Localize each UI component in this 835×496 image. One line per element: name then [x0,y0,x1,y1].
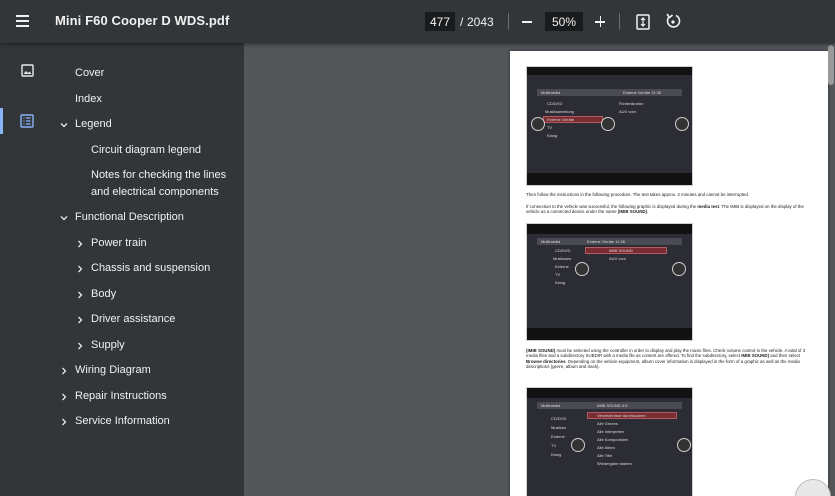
screen-right-item: AUX vorn [609,256,627,261]
outline-item-notes-line1[interactable]: Notes for checking the lines [91,167,226,184]
screen-header-left: Multimedia [541,90,561,95]
screen-header-right: IMIB SOUND 4:5 [597,403,628,408]
screen-menu-item: Externe [551,434,565,439]
controller-knob [575,262,589,276]
page-separator: / [460,15,464,29]
outline-item-wiring-diagram[interactable]: Wiring Diagram [75,362,151,379]
chevron-right-icon[interactable] [59,392,69,402]
chevron-right-icon[interactable] [59,417,69,427]
pdf-page: Multimedia Externe Geräte 11:36 CD/DVD M… [510,51,828,496]
paragraph: If connection to the vehicle was success… [526,204,804,215]
zoom-in-icon[interactable] [590,11,610,31]
chevron-right-icon[interactable] [75,239,85,249]
fit-to-page-icon[interactable] [633,12,653,32]
figure-screenshot: Multimedia IMIB SOUND 4:5 CD/DVD Musiksa… [526,387,693,496]
scrollbar-thumb[interactable] [828,45,834,85]
outline-item-circuit-diagram-legend[interactable]: Circuit diagram legend [91,142,201,159]
controller-knob [675,117,689,131]
chevron-down-icon[interactable] [59,213,69,223]
chevron-right-icon[interactable] [75,315,85,325]
sidebar: Cover Index Legend Circuit diagram legen… [0,43,244,496]
screen-right-item: IMIB SOUND [609,248,633,253]
controller-knob [672,262,686,276]
screen-right-item: Verzeichnisse durchsuchen [597,413,646,418]
screen-menu-item: Klang [555,280,566,285]
screen-menu-item: Musiksammlung [545,109,574,114]
controller-knob [677,438,691,452]
paragraph: (IMIB SOUND) must be selected using the … [526,348,806,370]
document-title: Mini F60 Cooper D WDS.pdf [55,13,230,28]
outline-item-chassis-suspension[interactable]: Chassis and suspension [91,260,210,277]
active-indicator [0,108,3,134]
outline-icon[interactable] [14,108,40,134]
screen-right-item: Alle Komponisten [597,437,629,442]
controller-knob [571,438,585,452]
outline-item-supply[interactable]: Supply [91,337,125,354]
screen-header-left: Multimedia [541,403,561,408]
chevron-right-icon[interactable] [75,341,85,351]
outline-item-driver-assistance[interactable]: Driver assistance [91,311,175,328]
toolbar-divider [619,13,620,30]
screen-menu-item: Klang [551,452,562,457]
toolbar: Mini F60 Cooper D WDS.pdf / 2043 [0,0,835,43]
thumbnails-icon[interactable] [14,58,40,84]
screen-menu-item: Musiksa [551,425,566,430]
page-total: 2043 [467,15,494,29]
screen-menu-item: Musiksam [553,256,572,261]
outline-item-notes-line2[interactable]: and electrical components [91,184,219,201]
screen-menu-item: TV [555,272,561,277]
outline-item-repair-instructions[interactable]: Repair Instructions [75,388,167,405]
screen-menu-item: Externe Geräte [547,117,575,122]
zoom-input[interactable] [545,12,583,31]
zoom-out-icon[interactable] [517,11,537,31]
outline-item-cover[interactable]: Cover [75,65,104,82]
screen-header-left: Multimedia [541,239,561,244]
screen-right-item: Alle Interpreten [597,429,625,434]
menu-icon[interactable] [14,12,34,30]
screen-header-right: Externe Geräte 11:36 [623,90,661,95]
toolbar-divider [508,13,509,30]
screen-menu-item: CD/DVD [551,416,567,421]
outline-item-power-train[interactable]: Power train [91,235,147,252]
figure-screenshot: Multimedia Externe Geräte 11:36 CD/DVD M… [526,223,693,341]
outline-item-service-information[interactable]: Service Information [75,413,170,430]
screen-right-item: Alle Titel [597,453,613,458]
page-number-input[interactable] [425,12,455,31]
chevron-right-icon[interactable] [59,366,69,376]
figure-screenshot: Multimedia Externe Geräte 11:36 CD/DVD M… [526,66,693,186]
chevron-right-icon[interactable] [75,264,85,274]
pdf-viewer[interactable]: Multimedia Externe Geräte 11:36 CD/DVD M… [244,43,835,496]
chevron-right-icon[interactable] [75,290,85,300]
rotate-icon[interactable] [663,11,683,31]
chevron-down-icon[interactable] [59,120,69,130]
paragraph: Then follow the instructions in the foll… [526,192,749,197]
outline-item-body[interactable]: Body [91,286,116,303]
screen-menu-item: Externe [555,264,569,269]
outline-item-index[interactable]: Index [75,91,102,108]
controller-knob [601,117,615,131]
screen-menu-item: CD/DVD [555,248,571,253]
screen-menu-item: Klang [547,133,558,138]
outline-item-functional-description[interactable]: Functional Description [75,209,184,226]
screen-menu-item: TV [551,443,557,448]
screen-menu-item: CD/DVD [547,101,563,106]
screen-right-item: Alle Alben [597,445,615,450]
screen-right-item: Wiedergabe starten [597,461,632,466]
screen-menu-item: TV [547,125,553,130]
screen-header-right: Externe Geräte 11:36 [587,239,625,244]
screen-right-item: Alle Genres [597,421,618,426]
screen-right-item: AUX vorn [619,109,637,114]
controller-knob [531,117,545,131]
outline-item-legend[interactable]: Legend [75,116,112,133]
screen-right-item: Richtmikrofon [619,101,644,106]
